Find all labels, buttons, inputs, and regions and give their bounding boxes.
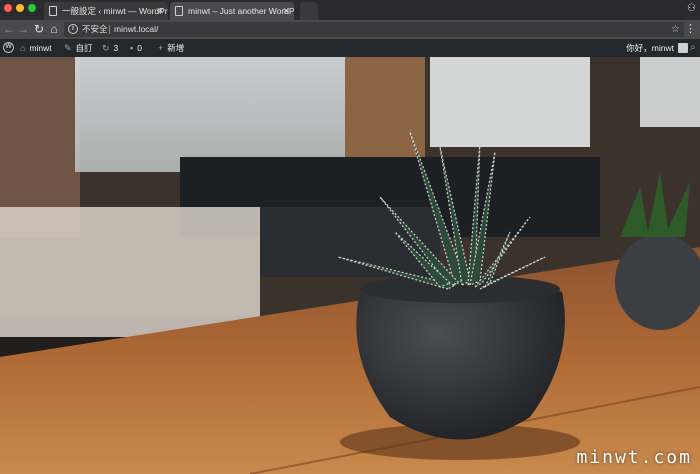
hero-photo [0,57,700,474]
reload-icon[interactable]: ↻ [32,20,46,39]
admin-bar-account[interactable]: 你好，minwt [626,39,674,57]
address-bar[interactable]: i 不安全 minwt.local/ ☆ [64,22,684,37]
brush-icon: ✎ [64,43,72,53]
tab-title: 一般設定 ‹ minwt — WordPress [62,6,168,16]
new-tab-button[interactable] [300,2,318,20]
close-window-button[interactable] [4,4,12,12]
comments-count: 0 [137,43,142,53]
admin-bar-customize[interactable]: ✎ 自訂 [64,39,93,57]
search-icon[interactable]: ⌕ [690,39,700,57]
url-text[interactable]: minwt.local/ [114,22,158,37]
home-icon[interactable]: ⌂ [47,20,61,39]
updates-icon: ↻ [102,43,110,53]
profile-icon[interactable]: ⚇ [687,3,696,14]
wp-admin-bar: W ⌂ minwt ✎ 自訂 ↻ 3 ▪ 0 + 新增 你好，minwt ⌕ [0,39,700,57]
bookmark-star-icon[interactable]: ☆ [671,22,680,37]
tab-title: minwt – Just another WordPress [188,6,294,16]
page-icon [49,6,57,16]
new-label: 新增 [167,43,185,53]
browser-menu-icon[interactable]: ⋮ [685,20,696,39]
avatar[interactable] [678,43,688,53]
comment-icon: ▪ [130,43,134,53]
tab-strip: 一般設定 ‹ minwt — WordPress ✕ minwt – Just … [0,0,700,20]
wordpress-logo-icon[interactable]: W [3,42,14,53]
info-icon[interactable]: i [68,24,78,34]
site-name: minwt [29,43,52,53]
admin-bar-updates[interactable]: ↻ 3 [102,39,118,57]
hero-image: minwt.com [0,57,700,474]
forward-arrow-icon[interactable]: → [16,20,30,39]
admin-bar-comments[interactable]: ▪ 0 [130,39,142,57]
dashboard-icon: ⌂ [20,43,26,53]
admin-bar-site[interactable]: ⌂ minwt [20,39,52,57]
close-tab-icon[interactable]: ✕ [156,2,164,20]
plus-icon: + [158,43,164,53]
back-arrow-icon[interactable]: ← [2,20,16,39]
watermark: minwt.com [576,447,692,468]
admin-bar-new[interactable]: + 新增 [158,39,184,57]
updates-count: 3 [113,43,119,53]
customize-label: 自訂 [75,43,93,53]
browser-toolbar: ← → ↻ ⌂ i 不安全 minwt.local/ ☆ ⋮ [0,20,700,39]
divider [109,25,110,34]
security-label[interactable]: 不安全 [82,22,108,37]
tab-settings[interactable]: 一般設定 ‹ minwt — WordPress ✕ [44,2,168,20]
close-tab-icon[interactable]: ✕ [282,2,290,20]
tab-homepage[interactable]: minwt – Just another WordPress ✕ [170,2,294,20]
minimize-window-button[interactable] [16,4,24,12]
page-icon [175,6,183,16]
zoom-window-button[interactable] [28,4,36,12]
